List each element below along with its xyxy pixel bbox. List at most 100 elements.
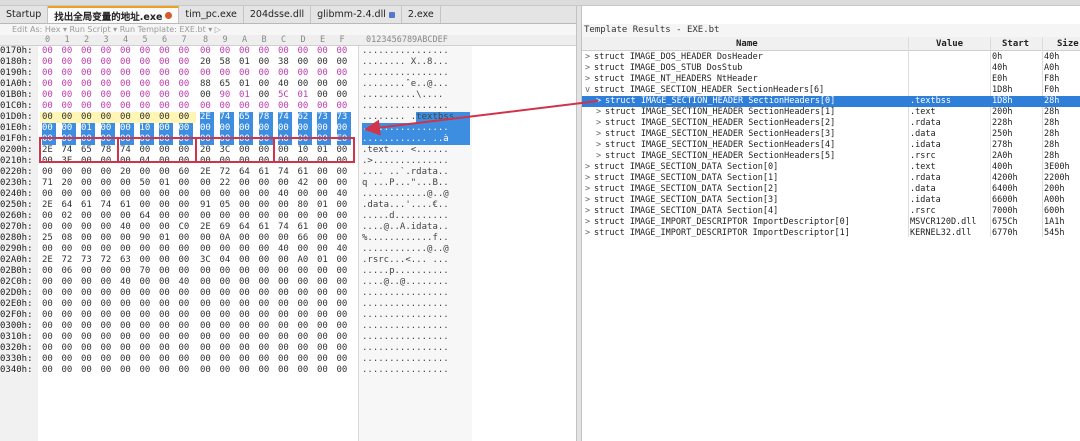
hex-byte[interactable]: 00 bbox=[140, 288, 154, 299]
hex-byte[interactable]: 40 bbox=[120, 277, 134, 288]
hex-byte[interactable]: 00 bbox=[120, 211, 134, 222]
hex-byte[interactable]: 00 bbox=[42, 288, 56, 299]
hex-byte[interactable]: 00 bbox=[239, 68, 253, 79]
hex-byte[interactable]: 00 bbox=[159, 354, 173, 365]
hex-byte[interactable]: 00 bbox=[179, 178, 193, 189]
hex-byte[interactable]: 00 bbox=[81, 68, 95, 79]
hex-byte[interactable]: 00 bbox=[337, 178, 351, 189]
hex-byte[interactable]: 00 bbox=[200, 134, 214, 145]
hex-byte[interactable]: 00 bbox=[337, 90, 351, 101]
hex-byte[interactable]: 61 bbox=[259, 222, 273, 233]
hex-byte[interactable]: 00 bbox=[179, 343, 193, 354]
hex-byte[interactable]: 00 bbox=[159, 321, 173, 332]
hex-byte[interactable]: 00 bbox=[239, 310, 253, 321]
hex-byte[interactable]: 00 bbox=[81, 178, 95, 189]
ascii-text[interactable]: ....@..À.idata.. bbox=[362, 222, 470, 233]
hex-byte[interactable]: 00 bbox=[278, 255, 292, 266]
hex-byte[interactable]: 00 bbox=[140, 200, 154, 211]
hex-byte[interactable]: 00 bbox=[81, 354, 95, 365]
hex-byte[interactable]: 2E bbox=[42, 145, 56, 156]
ascii-text[interactable]: ..........\.... bbox=[362, 90, 470, 101]
hex-byte[interactable]: 00 bbox=[200, 244, 214, 255]
hex-byte[interactable]: 00 bbox=[239, 266, 253, 277]
hex-byte[interactable]: 00 bbox=[337, 266, 351, 277]
hex-byte[interactable]: 00 bbox=[239, 244, 253, 255]
hex-row[interactable]: 0310h: 00 00 00 00 00 00 00 00 00 00 00 00 00 00 00 00..… bbox=[0, 332, 576, 343]
hex-byte[interactable]: 00 bbox=[81, 244, 95, 255]
hex-byte[interactable]: 00 bbox=[258, 134, 273, 145]
hex-byte[interactable]: 00 bbox=[259, 156, 273, 167]
chevron-right-icon[interactable]: > bbox=[596, 151, 604, 162]
hex-byte[interactable]: 00 bbox=[179, 211, 193, 222]
hex-byte[interactable]: 00 bbox=[100, 134, 115, 145]
hex-row[interactable]: 02B0h: 00 06 00 00 00 70 00 00 00 00 00 00 00 00 00 00..… bbox=[0, 266, 576, 277]
hex-byte[interactable]: 00 bbox=[337, 68, 351, 79]
hex-byte[interactable]: 00 bbox=[159, 123, 173, 134]
hex-byte[interactable]: 00 bbox=[220, 343, 234, 354]
hex-byte[interactable]: 00 bbox=[179, 354, 193, 365]
hex-byte[interactable]: 00 bbox=[62, 101, 76, 112]
hex-row[interactable]: 01A0h: 00 00 00 00 00 00 00 00 88 65 01 00 40 00 00 00..… bbox=[0, 79, 576, 90]
hex-byte[interactable]: 00 bbox=[159, 90, 173, 101]
hex-byte[interactable]: 00 bbox=[298, 277, 312, 288]
hex-byte[interactable]: 00 bbox=[140, 332, 154, 343]
hex-byte[interactable]: 01 bbox=[239, 57, 253, 68]
hex-byte[interactable]: 00 bbox=[42, 167, 56, 178]
hex-byte[interactable]: 00 bbox=[220, 68, 234, 79]
hex-byte[interactable]: 00 bbox=[42, 79, 56, 90]
hex-byte[interactable]: 00 bbox=[101, 90, 115, 101]
hex-byte[interactable]: 00 bbox=[220, 354, 234, 365]
hex-byte[interactable]: 00 bbox=[317, 233, 331, 244]
chevron-right-icon[interactable]: > bbox=[585, 52, 593, 63]
hex-byte[interactable]: 00 bbox=[159, 156, 173, 167]
hex-byte[interactable]: 00 bbox=[298, 365, 312, 376]
hex-byte[interactable]: 00 bbox=[200, 123, 214, 134]
hex-byte[interactable]: 20 bbox=[62, 178, 76, 189]
hex-byte[interactable]: 00 bbox=[120, 90, 134, 101]
hex-byte[interactable]: 00 bbox=[179, 101, 193, 112]
hex-byte[interactable]: 00 bbox=[220, 310, 234, 321]
hex-byte[interactable]: 01 bbox=[239, 79, 253, 90]
hex-byte[interactable]: 00 bbox=[42, 266, 56, 277]
hex-byte[interactable]: 00 bbox=[101, 178, 115, 189]
hex-byte[interactable]: 00 bbox=[42, 222, 56, 233]
hex-byte[interactable]: 00 bbox=[337, 211, 351, 222]
hex-byte[interactable]: 00 bbox=[81, 211, 95, 222]
hex-byte[interactable]: 01 bbox=[81, 123, 95, 134]
hex-byte[interactable]: 00 bbox=[259, 354, 273, 365]
hex-byte[interactable]: 00 bbox=[278, 299, 292, 310]
hex-byte[interactable]: 00 bbox=[220, 189, 234, 200]
ascii-text[interactable]: ............@..@ bbox=[362, 189, 470, 200]
hex-row[interactable]: 0290h: 00 00 00 00 00 00 00 00 00 00 00 00 40 00 00 40..… bbox=[0, 244, 576, 255]
hex-byte[interactable]: 5C bbox=[278, 90, 292, 101]
ascii-text[interactable]: ................ bbox=[362, 68, 470, 79]
tab-3[interactable]: 204dsse.dll bbox=[244, 6, 312, 23]
hex-byte[interactable]: 00 bbox=[298, 310, 312, 321]
hex-byte[interactable]: 00 bbox=[140, 112, 154, 123]
hex-byte[interactable]: 00 bbox=[278, 343, 292, 354]
hex-byte[interactable]: 00 bbox=[239, 101, 253, 112]
hex-row[interactable]: 02F0h: 00 00 00 00 00 00 00 00 00 00 00 00 00 00 00 00..… bbox=[0, 310, 576, 321]
hex-byte[interactable]: 00 bbox=[81, 189, 95, 200]
hex-byte[interactable]: 00 bbox=[259, 343, 273, 354]
hex-byte[interactable]: 65 bbox=[81, 145, 95, 156]
hex-byte[interactable]: 00 bbox=[140, 343, 154, 354]
hex-byte[interactable]: 00 bbox=[220, 211, 234, 222]
tab-2[interactable]: tim_pc.exe bbox=[179, 6, 244, 23]
hex-byte[interactable]: 91 bbox=[200, 200, 214, 211]
hex-byte[interactable]: 00 bbox=[298, 79, 312, 90]
template-row[interactable]: > struct IMAGE_IMPORT_DESCRIPTOR ImportDe… bbox=[582, 217, 1080, 228]
hex-byte[interactable]: 00 bbox=[178, 134, 193, 145]
hex-byte[interactable]: 00 bbox=[101, 310, 115, 321]
hex-byte[interactable]: 00 bbox=[337, 365, 351, 376]
hex-byte[interactable]: 01 bbox=[317, 145, 331, 156]
chevron-right-icon[interactable]: > bbox=[585, 184, 593, 195]
ascii-text[interactable]: ........ .textbss bbox=[362, 112, 470, 123]
hex-byte[interactable]: 00 bbox=[179, 112, 193, 123]
hex-byte[interactable]: 00 bbox=[239, 321, 253, 332]
hex-byte[interactable]: 74 bbox=[278, 222, 292, 233]
chevron-right-icon[interactable]: > bbox=[596, 129, 604, 140]
hex-byte[interactable]: 00 bbox=[317, 156, 331, 167]
hex-byte[interactable]: 00 bbox=[42, 112, 56, 123]
hex-byte[interactable]: 74 bbox=[219, 112, 234, 123]
